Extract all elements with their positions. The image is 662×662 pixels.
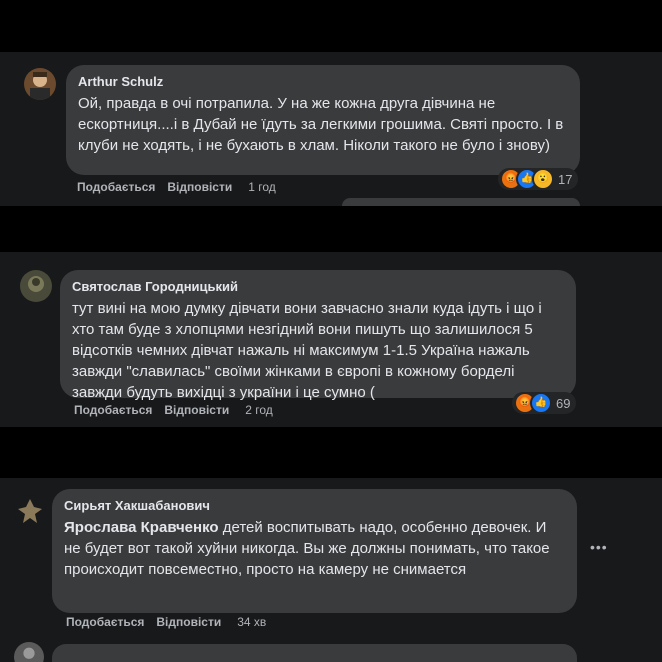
like-button[interactable]: Подобається [66,615,144,629]
comment-bubble: Святослав Городницький тут вині на мою д… [60,270,576,401]
comment-panel: Святослав Городницький тут вині на мою д… [0,252,662,427]
comment-actions: Подобається Відповісти 1 год [77,180,288,194]
avatar[interactable] [24,68,56,100]
like-button[interactable]: Подобається [74,403,152,417]
comment-text: Ой, правда в очі потрапила. У на же кожн… [78,95,564,154]
next-comment-bubble [342,198,580,206]
reactions-summary[interactable]: 😡 👍 69 [512,392,577,414]
reply-button[interactable]: Відповісти [167,180,232,194]
avatar[interactable] [20,270,52,302]
reply-button[interactable]: Відповісти [156,615,221,629]
comment-author[interactable]: Arthur Schulz [78,73,568,91]
comment-actions: Подобається Відповісти 34 хв [66,615,278,629]
comment-author[interactable]: Святослав Городницький [72,278,564,296]
next-comment-bubble [52,644,577,662]
reaction-count: 17 [558,171,573,187]
comment-text: тут вині на мою думку дівчати вони завча… [72,300,542,401]
comment-actions: Подобається Відповісти 2 год [74,403,285,417]
reaction-count: 69 [556,395,571,411]
comment-panel: Arthur Schulz Ой, правда в очі потрапила… [0,52,662,206]
comment-bubble: Arthur Schulz Ой, правда в очі потрапила… [66,65,580,175]
wow-reaction-icon: 😮 [532,168,554,190]
comment-author[interactable]: Сирьят Хакшабанович [64,497,565,515]
more-options-button[interactable]: ••• [590,540,608,554]
comment-text: Ярослава Кравченко детей воспитывать над… [64,517,565,580]
comment-panel: Сирьят Хакшабанович Ярослава Кравченко д… [0,478,662,662]
reply-button[interactable]: Відповісти [164,403,229,417]
comment-bubble: Сирьят Хакшабанович Ярослава Кравченко д… [52,489,577,613]
avatar[interactable] [14,642,44,662]
avatar[interactable] [14,495,46,527]
mention-link[interactable]: Ярослава Кравченко [64,519,219,536]
comment-time[interactable]: 34 хв [237,615,266,629]
like-reaction-icon: 👍 [530,392,552,414]
like-button[interactable]: Подобається [77,180,155,194]
comment-time[interactable]: 1 год [248,180,276,194]
comment-time[interactable]: 2 год [245,403,273,417]
reactions-summary[interactable]: 😡 👍 😮 17 [498,168,579,190]
